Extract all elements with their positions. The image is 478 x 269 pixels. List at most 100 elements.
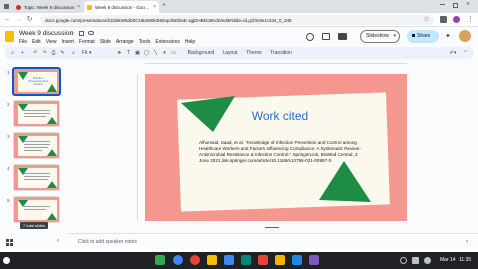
menu-arrange[interactable]: Arrange [116, 39, 134, 45]
close-tab-icon[interactable]: × [77, 4, 80, 10]
reload-icon[interactable]: ↻ [25, 15, 34, 24]
thumb-decoration [18, 136, 57, 156]
slides-app-icon[interactable] [275, 255, 285, 265]
slide-title[interactable]: Work cited [225, 109, 335, 123]
slide-thumbnail-2[interactable] [13, 100, 60, 127]
cursor-icon[interactable]: ➤ [116, 49, 123, 57]
cloud-saved-icon[interactable] [88, 31, 94, 35]
gmail-icon[interactable] [190, 255, 200, 265]
print-icon[interactable]: ⎙ [50, 49, 57, 57]
menu-tools[interactable]: Tools [139, 39, 151, 45]
redo-icon[interactable]: ↷ [41, 49, 48, 57]
forward-icon[interactable]: → [14, 15, 23, 24]
profile-avatar[interactable] [453, 16, 460, 23]
menu-file[interactable]: File [19, 39, 27, 45]
slide-number: 5 [7, 198, 10, 203]
files-icon[interactable] [224, 255, 234, 265]
new-slide-icon[interactable]: + [19, 49, 26, 57]
video-call-icon[interactable] [338, 33, 347, 40]
wifi-icon[interactable] [424, 257, 431, 264]
history-icon[interactable] [306, 33, 314, 41]
share-label: Share [417, 33, 431, 39]
maximize-icon[interactable] [453, 3, 458, 8]
editing-toolbar: ⌕ + ↶ ↷ ⎙ ✎ ⌕ Fit ▾ ➤ T ▣ ◯ ╲ ▾ ▭ Backgr… [4, 47, 474, 59]
docs-icon[interactable] [241, 255, 251, 265]
menu-insert[interactable]: Insert [61, 39, 74, 45]
bookmark-star-icon[interactable]: ☆ [422, 15, 431, 24]
slide-number: 4 [7, 166, 10, 171]
add-comment-icon[interactable]: ▭ [170, 49, 177, 57]
expand-sidepanel-icon[interactable]: › [466, 239, 468, 245]
transition-button[interactable]: Transition [268, 49, 294, 57]
slide-number: 1 [7, 70, 10, 75]
image-icon[interactable]: ▣ [134, 49, 141, 57]
close-window-icon[interactable]: × [466, 1, 470, 8]
gemini-star-icon[interactable]: ✦ [445, 32, 451, 40]
slide-thumbnail-1[interactable]: Infection Prevention and Control [13, 68, 60, 95]
chrome-icon[interactable] [173, 255, 183, 265]
collapse-filmstrip-icon[interactable]: ‹ [57, 238, 59, 244]
thumb-decoration [18, 168, 57, 188]
new-tab-button[interactable]: + [162, 2, 166, 9]
slideshow-button[interactable]: Slideshow ▾ [360, 30, 400, 43]
collapse-toolbar-icon[interactable]: ⌃ [462, 49, 469, 57]
theme-button[interactable]: Theme [244, 49, 264, 57]
move-folder-icon[interactable] [79, 31, 84, 36]
line-dropdown-icon[interactable]: ▾ [161, 49, 168, 57]
star-icon[interactable]: ☆ [70, 30, 75, 37]
taskbar-date[interactable]: Mar 14 [440, 256, 456, 265]
app-grid-icon[interactable] [155, 255, 165, 265]
layout-button[interactable]: Layout [220, 49, 240, 57]
youtube-icon[interactable] [258, 255, 268, 265]
menu-slide[interactable]: Slide [100, 39, 111, 45]
current-slide[interactable]: Work cited Alhumaid, Saad, et al. “Knowl… [145, 74, 407, 221]
shape-icon[interactable]: ◯ [143, 49, 150, 57]
app-icon[interactable] [309, 255, 319, 265]
undo-icon[interactable]: ↶ [32, 49, 39, 57]
launcher-icon[interactable] [3, 257, 10, 264]
textbox-icon[interactable]: T [125, 49, 132, 57]
chevron-down-icon[interactable]: ▾ [393, 31, 396, 42]
slide-thumbnail-5[interactable] [13, 196, 60, 223]
paint-format-icon[interactable]: ✎ [59, 49, 66, 57]
comment-icon[interactable] [322, 33, 330, 40]
zoom-fit-select[interactable]: Fit ▾ [82, 49, 106, 57]
minimize-icon[interactable] [440, 4, 445, 5]
grid-view-icon[interactable] [6, 239, 13, 246]
document-title[interactable]: Week 9 discussion [19, 30, 73, 37]
menu-extensions[interactable]: Extensions [155, 39, 179, 45]
notes-resize-handle[interactable] [265, 227, 279, 228]
tab-favicon-icon [16, 4, 21, 10]
menu-view[interactable]: View [46, 39, 57, 45]
search-menus-icon[interactable]: ⌕ [9, 49, 16, 57]
speaker-notes-placeholder[interactable]: Click to add speaker notes [78, 239, 137, 245]
zoom-icon[interactable]: ⌕ [70, 49, 77, 57]
chrome-menu-icon[interactable]: ⋮ [466, 15, 475, 24]
menu-help[interactable]: Help [185, 39, 195, 45]
meet-icon[interactable] [292, 255, 302, 265]
browser-tab-slides[interactable]: Week 9 discussion - Google Slides × [84, 1, 159, 13]
slides-logo-icon[interactable] [5, 31, 14, 42]
slide-number: 3 [7, 134, 10, 139]
share-button[interactable]: Share [407, 30, 439, 43]
slide-citation[interactable]: Alhumaid, Saad, et al. “Knowledge of Inf… [199, 140, 364, 164]
menu-format[interactable]: Format [79, 39, 95, 45]
drive-icon[interactable] [207, 255, 217, 265]
slide-thumbnail-3[interactable] [13, 132, 60, 159]
url-bar[interactable]: docs.google.com/presentation/d/1bi6kW5d0… [40, 15, 434, 25]
extensions-icon[interactable] [440, 16, 447, 23]
menu-edit[interactable]: Edit [32, 39, 41, 45]
account-avatar[interactable] [459, 30, 471, 42]
tab-search-icon[interactable] [4, 4, 9, 9]
taskbar-time[interactable]: 11:35 [459, 256, 471, 265]
edit-mode-icon[interactable]: ✐▾ [447, 49, 459, 57]
browser-tab-topic[interactable]: Topic: Week 9 discussion × [13, 1, 83, 13]
line-icon[interactable]: ╲ [152, 49, 159, 57]
back-icon[interactable]: ← [3, 15, 12, 24]
background-button[interactable]: Background [186, 49, 216, 57]
tray-icon[interactable] [412, 257, 419, 264]
slide-thumbnail-4[interactable] [13, 164, 60, 191]
settings-icon[interactable] [400, 257, 407, 264]
close-tab-icon[interactable]: × [153, 4, 156, 10]
os-taskbar: Mar 14 11:35 [0, 252, 478, 269]
